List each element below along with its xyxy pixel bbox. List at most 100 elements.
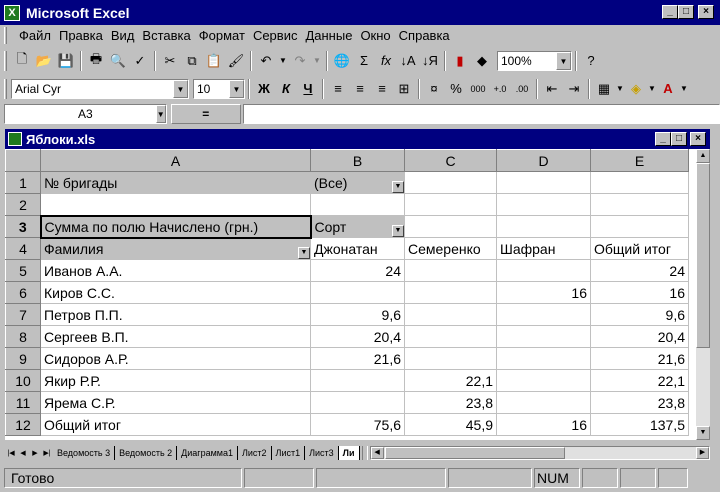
menu-view[interactable]: Вид bbox=[107, 26, 139, 45]
hyperlink-icon[interactable]: 🌐 bbox=[331, 50, 353, 72]
underline-button[interactable]: Ч bbox=[297, 78, 319, 100]
first-sheet-icon[interactable]: |◀ bbox=[5, 446, 17, 460]
save-icon[interactable]: 💾 bbox=[55, 50, 77, 72]
cell[interactable] bbox=[496, 259, 591, 282]
name-box[interactable]: A3 ▼ bbox=[4, 103, 167, 124]
row-header[interactable]: 3 bbox=[5, 215, 41, 238]
cell[interactable] bbox=[496, 347, 591, 370]
cell[interactable] bbox=[404, 303, 497, 326]
chevron-down-icon[interactable]: ▼ bbox=[173, 79, 188, 98]
paste-icon[interactable]: 📋 bbox=[203, 50, 225, 72]
chevron-down-icon[interactable]: ▼ bbox=[556, 51, 571, 70]
redo-dropdown-icon[interactable]: ▼ bbox=[311, 50, 323, 72]
cell[interactable] bbox=[310, 281, 405, 304]
row-header[interactable]: 2 bbox=[5, 193, 41, 216]
cell[interactable] bbox=[404, 281, 497, 304]
row-header[interactable]: 12 bbox=[5, 413, 41, 436]
copy-icon[interactable]: ⧉ bbox=[181, 50, 203, 72]
column-header[interactable]: B bbox=[310, 149, 405, 172]
data-field-label[interactable]: Сумма по полю Начислено (грн.) bbox=[39, 214, 312, 239]
spelling-icon[interactable]: ✓ bbox=[129, 50, 151, 72]
column-header[interactable]: C bbox=[404, 149, 497, 172]
pivot-row-item[interactable]: Иванов А.А. bbox=[40, 259, 311, 282]
cell[interactable]: 16 bbox=[590, 281, 689, 304]
thousands-icon[interactable]: 000 bbox=[467, 78, 489, 100]
cell[interactable] bbox=[404, 347, 497, 370]
cell[interactable]: 21,6 bbox=[310, 347, 405, 370]
sheet-tab[interactable]: Лист3 bbox=[305, 446, 339, 460]
print-preview-icon[interactable]: 🔍 bbox=[107, 50, 129, 72]
cell[interactable] bbox=[310, 193, 405, 216]
cell[interactable] bbox=[496, 391, 591, 414]
menu-format[interactable]: Формат bbox=[195, 26, 249, 45]
chart-wizard-icon[interactable]: ▮ bbox=[449, 50, 471, 72]
italic-button[interactable]: К bbox=[275, 78, 297, 100]
column-header[interactable]: E bbox=[590, 149, 689, 172]
maximize-button[interactable]: □ bbox=[678, 5, 694, 19]
cell[interactable] bbox=[496, 215, 591, 238]
chevron-down-icon[interactable]: ▼ bbox=[392, 225, 404, 237]
merge-center-icon[interactable]: ⊞ bbox=[393, 78, 415, 100]
scroll-up-icon[interactable]: ▲ bbox=[696, 149, 710, 163]
column-header[interactable]: A bbox=[40, 149, 311, 172]
page-field-label[interactable]: № бригады bbox=[40, 171, 311, 194]
cell[interactable] bbox=[404, 325, 497, 348]
cell[interactable] bbox=[496, 193, 591, 216]
undo-icon[interactable]: ↶ bbox=[255, 50, 277, 72]
cut-icon[interactable]: ✂ bbox=[159, 50, 181, 72]
row-field-dropdown[interactable]: Фамилия ▼ bbox=[40, 237, 311, 260]
row-header[interactable]: 10 bbox=[5, 369, 41, 392]
scroll-thumb[interactable] bbox=[696, 163, 710, 348]
workbook-close-button[interactable]: × bbox=[690, 132, 706, 146]
new-icon[interactable]: 🗋 bbox=[11, 50, 33, 72]
drawing-icon[interactable]: ◆ bbox=[471, 50, 493, 72]
menubar-grip[interactable] bbox=[4, 27, 7, 44]
sheet-tab[interactable]: Лист2 bbox=[237, 446, 272, 460]
pivot-row-item[interactable]: Сидоров А.Р. bbox=[40, 347, 311, 370]
next-sheet-icon[interactable]: ▶ bbox=[29, 446, 41, 460]
column-field-dropdown[interactable]: Сорт ▼ bbox=[310, 215, 405, 238]
cell[interactable] bbox=[496, 171, 591, 194]
menu-data[interactable]: Данные bbox=[301, 26, 356, 45]
function-icon[interactable]: fx bbox=[375, 50, 397, 72]
sheet-tab-active[interactable]: Ли bbox=[338, 446, 360, 460]
menu-file[interactable]: Файл bbox=[15, 26, 55, 45]
align-right-icon[interactable]: ≡ bbox=[371, 78, 393, 100]
chevron-down-icon[interactable]: ▼ bbox=[155, 104, 166, 123]
sheet-tab[interactable]: Лист1 bbox=[271, 446, 306, 460]
redo-icon[interactable]: ↷ bbox=[289, 50, 311, 72]
decrease-decimal-icon[interactable]: .00 bbox=[511, 78, 533, 100]
equals-button[interactable]: = bbox=[170, 103, 241, 124]
fill-color-icon[interactable]: ◈ bbox=[625, 78, 647, 100]
menu-window[interactable]: Окно bbox=[356, 26, 394, 45]
cell[interactable]: 20,4 bbox=[310, 325, 405, 348]
chevron-down-icon[interactable]: ▼ bbox=[647, 78, 657, 100]
formula-input[interactable] bbox=[242, 103, 720, 124]
select-all-button[interactable] bbox=[5, 149, 41, 172]
column-header[interactable]: D bbox=[496, 149, 591, 172]
chevron-down-icon[interactable]: ▼ bbox=[679, 78, 689, 100]
decrease-indent-icon[interactable]: ⇤ bbox=[541, 78, 563, 100]
row-header[interactable]: 7 bbox=[5, 303, 41, 326]
increase-indent-icon[interactable]: ⇥ bbox=[563, 78, 585, 100]
help-icon[interactable]: ? bbox=[580, 50, 602, 72]
cell[interactable] bbox=[404, 171, 497, 194]
prev-sheet-icon[interactable]: ◀ bbox=[17, 446, 29, 460]
row-header[interactable]: 8 bbox=[5, 325, 41, 348]
cell[interactable] bbox=[310, 369, 405, 392]
cell[interactable] bbox=[404, 259, 497, 282]
cell[interactable]: 16 bbox=[496, 413, 591, 436]
workbook-minimize-button[interactable]: _ bbox=[655, 132, 671, 146]
pivot-column-item[interactable]: Семеренко bbox=[404, 237, 497, 260]
cell[interactable]: 9,6 bbox=[590, 303, 689, 326]
borders-icon[interactable]: ▦ bbox=[593, 78, 615, 100]
cell[interactable]: 24 bbox=[590, 259, 689, 282]
menu-help[interactable]: Справка bbox=[395, 26, 454, 45]
row-header[interactable]: 5 bbox=[5, 259, 41, 282]
vertical-scrollbar[interactable]: ▲ ▼ bbox=[696, 149, 710, 440]
pivot-grand-total-header[interactable]: Общий итог bbox=[590, 237, 689, 260]
pivot-grand-total-label[interactable]: Общий итог bbox=[40, 413, 311, 436]
pivot-column-item[interactable]: Шафран bbox=[496, 237, 591, 260]
pivot-row-item[interactable]: Сергеев В.П. bbox=[40, 325, 311, 348]
cell[interactable]: 22,1 bbox=[590, 369, 689, 392]
